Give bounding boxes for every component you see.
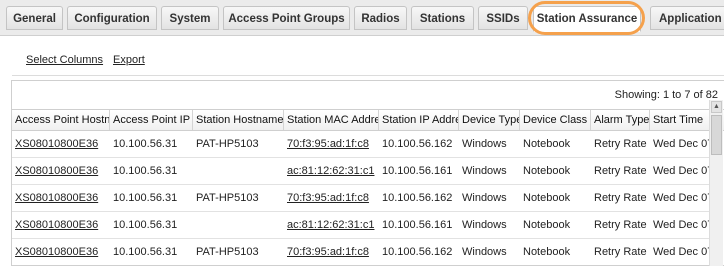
station-mac-link[interactable]: 70:f3:95:ad:1f:c8 xyxy=(287,138,369,150)
station-mac-link[interactable]: 70:f3:95:ad:1f:c8 xyxy=(287,246,369,258)
grid-header-row: Access Point Hostname Access Point IP Ad… xyxy=(12,109,724,131)
device-class-cell: Notebook xyxy=(523,192,571,204)
station-ip-cell: 10.100.56.162 xyxy=(382,192,453,204)
alarm-type-cell: Retry Rate xyxy=(594,165,647,177)
alarm-type-cell: Retry Rate xyxy=(594,219,647,231)
tab-stations[interactable]: Stations xyxy=(411,6,474,30)
station-hostname-cell: PAT-HP5103 xyxy=(196,246,259,258)
scroll-thumb[interactable] xyxy=(711,115,722,155)
table-row[interactable]: XS08010800E36 10.100.56.31 ac:81:12:62:3… xyxy=(12,212,714,239)
tab-application[interactable]: Application C xyxy=(650,6,724,30)
export-link[interactable]: Export xyxy=(113,54,145,66)
device-type-cell: Windows xyxy=(462,219,507,231)
device-class-cell: Notebook xyxy=(523,165,571,177)
column-header-station-mac[interactable]: Station MAC Address xyxy=(284,110,379,130)
start-time-cell: Wed Dec 07 xyxy=(653,219,714,231)
ap-ip-cell: 10.100.56.31 xyxy=(113,246,178,258)
station-ip-cell: 10.100.56.162 xyxy=(382,246,453,258)
device-class-cell: Notebook xyxy=(523,219,571,231)
record-count: Showing: 1 to 7 of 82 xyxy=(614,89,718,101)
ap-hostname-link[interactable]: XS08010800E36 xyxy=(15,192,98,204)
station-hostname-cell xyxy=(193,158,284,184)
tab-station-assurance[interactable]: Station Assurance xyxy=(533,6,641,32)
column-header-alarm-type[interactable]: Alarm Type xyxy=(591,110,650,130)
ap-ip-cell: 10.100.56.31 xyxy=(113,192,178,204)
tab-general[interactable]: General xyxy=(6,6,63,30)
device-type-cell: Windows xyxy=(462,192,507,204)
tab-system[interactable]: System xyxy=(161,6,219,30)
ap-ip-cell: 10.100.56.31 xyxy=(113,165,178,177)
alarm-type-cell: Retry Rate xyxy=(594,192,647,204)
device-class-cell: Notebook xyxy=(523,246,571,258)
station-hostname-cell xyxy=(193,212,284,238)
table-row[interactable]: XS08010800E36 10.100.56.31 PAT-HP5103 70… xyxy=(12,185,714,212)
ap-hostname-link[interactable]: XS08010800E36 xyxy=(15,219,98,231)
station-ip-cell: 10.100.56.162 xyxy=(382,138,453,150)
column-header-ap-hostname[interactable]: Access Point Hostname xyxy=(12,110,110,130)
tab-configuration[interactable]: Configuration xyxy=(67,6,157,30)
column-header-station-hostname[interactable]: Station Hostname xyxy=(193,110,284,130)
station-mac-link[interactable]: ac:81:12:62:31:c1 xyxy=(287,165,374,177)
column-header-ap-ip[interactable]: Access Point IP Address xyxy=(110,110,193,130)
ap-hostname-link[interactable]: XS08010800E36 xyxy=(15,246,98,258)
start-time-cell: Wed Dec 07 xyxy=(653,192,714,204)
start-time-cell: Wed Dec 07 xyxy=(653,246,714,258)
station-mac-link[interactable]: ac:81:12:62:31:c1 xyxy=(287,219,374,231)
station-ip-cell: 10.100.56.161 xyxy=(382,165,453,177)
toolbar-divider xyxy=(12,75,724,76)
station-ip-cell: 10.100.56.161 xyxy=(382,219,453,231)
device-class-cell: Notebook xyxy=(523,138,571,150)
ap-ip-cell: 10.100.56.31 xyxy=(113,219,178,231)
start-time-cell: Wed Dec 07 xyxy=(653,165,714,177)
grid-vertical-scrollbar[interactable]: ▲ xyxy=(709,100,723,266)
column-header-station-ip[interactable]: Station IP Address xyxy=(379,110,459,130)
ap-hostname-link[interactable]: XS08010800E36 xyxy=(15,165,98,177)
ap-ip-cell: 10.100.56.31 xyxy=(113,138,178,150)
station-mac-link[interactable]: 70:f3:95:ad:1f:c8 xyxy=(287,192,369,204)
alarm-type-cell: Retry Rate xyxy=(594,246,647,258)
tab-ssids[interactable]: SSIDs xyxy=(478,6,528,30)
device-type-cell: Windows xyxy=(462,165,507,177)
device-type-cell: Windows xyxy=(462,246,507,258)
station-hostname-cell: PAT-HP5103 xyxy=(196,138,259,150)
table-row[interactable]: XS08010800E36 10.100.56.31 PAT-HP5103 70… xyxy=(12,239,714,265)
tab-access-point-groups[interactable]: Access Point Groups xyxy=(223,6,350,30)
table-row[interactable]: XS08010800E36 10.100.56.31 PAT-HP5103 70… xyxy=(12,131,714,158)
alarm-type-cell: Retry Rate xyxy=(594,138,647,150)
device-type-cell: Windows xyxy=(462,138,507,150)
column-header-device-class[interactable]: Device Class xyxy=(520,110,591,130)
select-columns-link[interactable]: Select Columns xyxy=(26,54,103,66)
scroll-up-icon[interactable]: ▲ xyxy=(711,101,722,113)
start-time-cell: Wed Dec 07 xyxy=(653,138,714,150)
station-assurance-panel: Select Columns Export Showing: 1 to 7 of… xyxy=(0,36,724,266)
column-header-device-type[interactable]: Device Type xyxy=(459,110,520,130)
table-row[interactable]: XS08010800E36 10.100.56.31 ac:81:12:62:3… xyxy=(12,158,714,185)
tab-bar: General Configuration System Access Poin… xyxy=(0,0,724,36)
tab-radios[interactable]: Radios xyxy=(354,6,407,30)
station-assurance-grid: Showing: 1 to 7 of 82 Access Point Hostn… xyxy=(11,80,724,266)
ap-hostname-link[interactable]: XS08010800E36 xyxy=(15,138,98,150)
station-hostname-cell: PAT-HP5103 xyxy=(196,192,259,204)
